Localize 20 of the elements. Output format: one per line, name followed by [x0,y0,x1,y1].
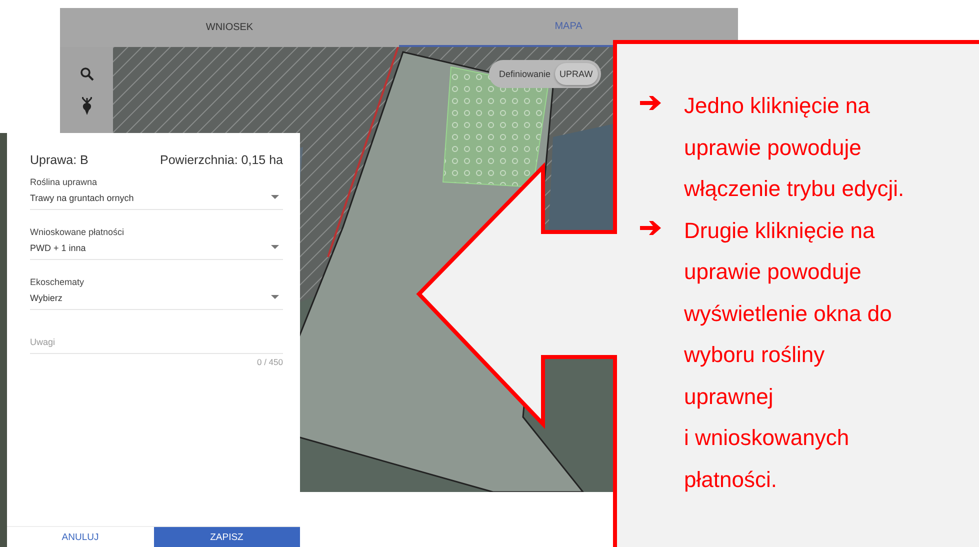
beet-icon[interactable] [80,97,92,115]
tab[interactable]: WNIOSEK [60,8,399,47]
callout-text: Drugie kliknięcie na uprawie powoduje wyświetlenie okna do wyboru rośliny uprawnej i wnioskowanych płatności. [684,216,892,494]
select-field[interactable]: Wnioskowane płatności PWD + 1 inna [30,227,283,260]
search-icon[interactable] [80,67,94,81]
callout-text: Jedno kliknięcie na uprawie powoduje włączenie trybu edycji. [684,92,904,203]
dialog-title: Uprawa: B [30,153,88,167]
save-button[interactable]: ZAPISZ [154,527,300,547]
caret-icon [271,295,279,299]
arrow-icon [640,95,662,111]
caret-icon [271,245,279,249]
caret-icon [271,195,279,199]
mode-toggle[interactable]: Definiowanie UPRAW [489,60,601,88]
arrow-icon [640,220,662,236]
area-label: Powierzchnia: 0,15 ha [160,153,283,167]
toggle-option[interactable]: UPRAW [554,63,598,85]
toggle-label: Definiowanie [499,69,551,79]
select-field[interactable]: Ekoschematy Wybierz [30,277,283,310]
select-field[interactable]: Roślina uprawna Trawy na gruntach ornych [30,177,283,210]
character-counter: 0 / 450 [257,357,283,367]
